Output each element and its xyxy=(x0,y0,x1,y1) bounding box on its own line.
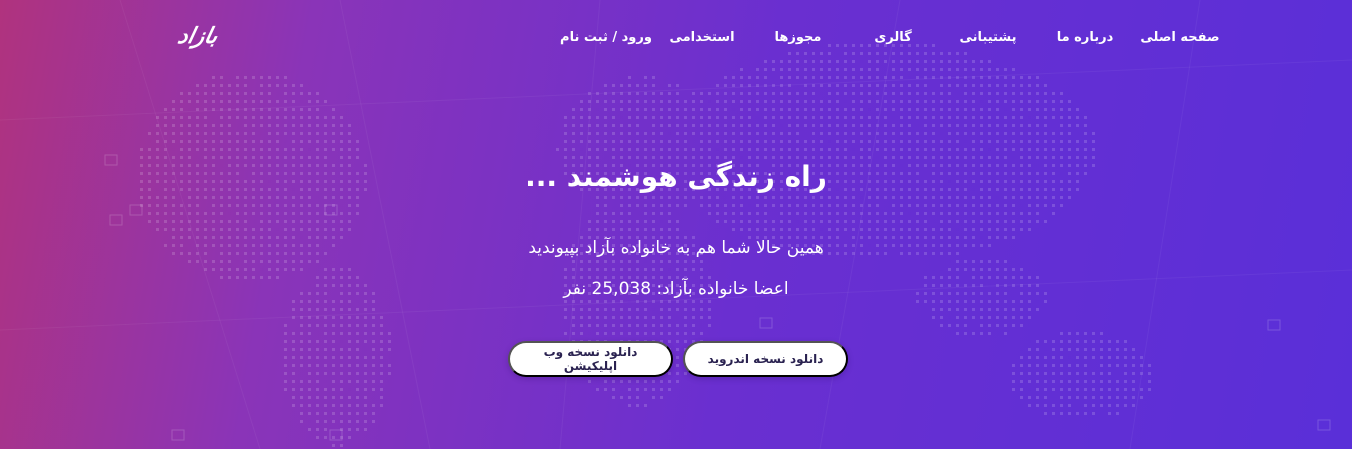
logo[interactable]: بازاد xyxy=(175,24,220,49)
hero-title: راه زندگی هوشمند ... xyxy=(525,160,827,193)
nav-item-login[interactable]: ورود / ثبت نام xyxy=(560,30,652,45)
members-count: اعضا خانواده بآزاد: 25,038 نفر xyxy=(563,279,789,299)
download-android-button[interactable]: دانلود نسخه اندروید xyxy=(683,341,848,377)
nav-item-home[interactable]: صفحه اصلی xyxy=(1140,30,1219,45)
hero-subtitle: همین حالا شما هم به خانواده بآزاد بپیوند… xyxy=(528,238,824,258)
top-navigation: صفحه اصلی درباره ما پشتیبانی گالری مجوزه… xyxy=(0,24,1352,54)
hero-section: صفحه اصلی درباره ما پشتیبانی گالری مجوزه… xyxy=(0,0,1352,449)
nav-item-support[interactable]: پشتیبانی xyxy=(960,30,1017,45)
world-map-background xyxy=(0,0,1352,449)
nav-item-careers[interactable]: استخدامی xyxy=(669,30,734,45)
nav-item-about[interactable]: درباره ما xyxy=(1057,30,1114,45)
download-web-app-button[interactable]: دانلود نسخه وب اپلیکیشن xyxy=(508,341,673,377)
nav-item-gallery[interactable]: گالری xyxy=(874,30,911,45)
nav-item-licenses[interactable]: مجوزها xyxy=(775,30,822,45)
